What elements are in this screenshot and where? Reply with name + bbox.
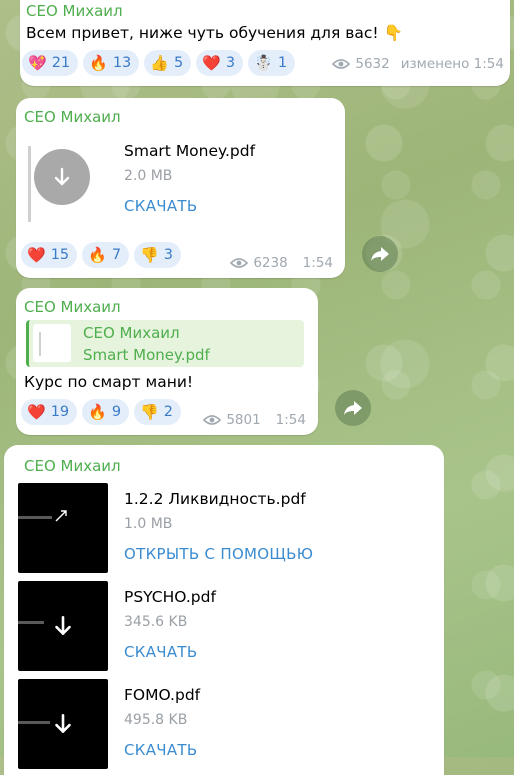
message-meta: 5801 1:54 — [203, 412, 306, 428]
file-size: 2.0 MB — [124, 168, 173, 184]
file-size: 345.6 KB — [124, 614, 188, 630]
reaction-emoji: 🔥 — [88, 402, 107, 421]
download-link[interactable]: СКАЧАТЬ — [124, 197, 197, 215]
reply-sender: СЕО Михаил — [83, 324, 180, 342]
reaction-emoji: 👎 — [140, 402, 159, 421]
reaction-count: 2 — [163, 404, 173, 420]
file-preview-border — [28, 146, 31, 222]
reaction-emoji: 🔥 — [89, 53, 108, 72]
reaction-chip[interactable]: ❤️ 3 — [196, 50, 244, 76]
reaction-emoji: ❤️ — [27, 402, 46, 421]
reaction-chip[interactable]: ☃️ 1 — [248, 50, 296, 76]
reaction-chip[interactable]: ❤️ 15 — [21, 242, 78, 268]
file-thumbnail[interactable] — [18, 581, 108, 671]
download-arrow-icon — [55, 616, 71, 635]
reaction-count: 1 — [277, 55, 288, 71]
thumbnail-caption — [18, 721, 50, 724]
sender-name[interactable]: СЕО Михаил — [24, 298, 121, 316]
message-time: 1:54 — [275, 412, 306, 428]
view-count: 6238 — [253, 255, 288, 271]
thumbnail-caption — [18, 516, 52, 519]
download-link[interactable]: СКАЧАТЬ — [124, 643, 197, 661]
eye-icon — [203, 415, 222, 425]
download-arrow-icon — [55, 714, 71, 733]
reaction-chip[interactable]: 👎 3 — [134, 242, 181, 268]
file-thumbnail[interactable] — [18, 483, 108, 573]
sender-name[interactable]: СЕО Михаил — [24, 457, 121, 475]
view-count: 5632 — [355, 56, 390, 72]
download-arrow-icon — [54, 167, 70, 186]
file-name[interactable]: PSYCHO.pdf — [124, 588, 216, 606]
sender-name[interactable]: СЕО Михаил — [24, 108, 121, 126]
reaction-count: 21 — [51, 55, 71, 71]
reaction-count: 7 — [111, 247, 122, 263]
reaction-count: 13 — [112, 55, 132, 71]
reaction-emoji: 👎 — [140, 245, 159, 264]
reaction-chip[interactable]: ❤️ 19 — [21, 399, 78, 425]
sender-name[interactable]: СЕО Михаил — [26, 2, 123, 20]
reactions-row: 💖 21 🔥 13 👍 5 ❤️ 3 ☃️ 1 — [22, 50, 296, 76]
reply-thumbnail — [33, 324, 71, 362]
reaction-chip[interactable]: 🔥 9 — [82, 399, 130, 425]
reaction-count: 19 — [50, 404, 70, 420]
reply-text: Smart Money.pdf — [83, 346, 210, 364]
view-count: 5801 — [226, 412, 261, 428]
reaction-emoji: 👍 — [150, 53, 169, 72]
message-meta: 6238 1:54 — [230, 255, 333, 271]
message-time: изменено 1:54 — [400, 56, 504, 72]
reaction-chip[interactable]: 👎 2 — [134, 399, 181, 425]
message-bubble[interactable]: СЕО Михаил СЕО Михаил Smart Money.pdf Ку… — [16, 288, 318, 435]
eye-icon — [230, 258, 249, 268]
message-meta: 5632 изменено 1:54 — [332, 56, 504, 72]
message-bubble[interactable]: СЕО Михаил 1.2.2 Ликвидность.pdf 1.0 MB … — [4, 445, 444, 775]
reactions-row: ❤️ 15 🔥 7 👎 3 — [21, 242, 181, 268]
message-text: Курс по смарт мани! — [24, 373, 194, 391]
reply-preview[interactable]: СЕО Михаил Smart Money.pdf — [26, 320, 304, 367]
eye-icon — [332, 59, 351, 69]
open-with-link[interactable]: ОТКРЫТЬ С ПОМОЩЬЮ — [124, 545, 313, 563]
file-name[interactable]: Smart Money.pdf — [124, 142, 255, 160]
file-name[interactable]: FOMO.pdf — [124, 686, 200, 704]
download-button[interactable] — [34, 149, 90, 205]
reaction-chip[interactable]: 👍 5 — [144, 50, 192, 76]
share-button[interactable] — [362, 236, 398, 272]
reaction-chip[interactable]: 🔥 7 — [82, 242, 130, 268]
reaction-emoji: 💖 — [28, 53, 47, 72]
reactions-row: ❤️ 19 🔥 9 👎 2 — [21, 399, 181, 425]
share-arrow-icon — [371, 247, 389, 261]
cursor-icon — [55, 510, 67, 522]
message-bubble[interactable]: СЕО Михаил Smart Money.pdf 2.0 MB СКАЧАТ… — [16, 98, 345, 278]
reaction-chip[interactable]: 🔥 13 — [83, 50, 140, 76]
download-link[interactable]: СКАЧАТЬ — [124, 741, 197, 759]
message-time: 1:54 — [302, 255, 333, 271]
reaction-emoji: ❤️ — [27, 245, 46, 264]
file-size: 495.8 KB — [124, 712, 188, 728]
thumbnail-caption — [18, 621, 44, 624]
reaction-emoji: ☃️ — [254, 53, 273, 72]
reaction-count: 9 — [111, 404, 122, 420]
share-button[interactable] — [335, 390, 371, 426]
message-text: Всем привет, ниже чуть обучения для вас!… — [26, 24, 403, 42]
reaction-count: 3 — [225, 55, 236, 71]
reaction-emoji: 🔥 — [88, 245, 107, 264]
reaction-count: 5 — [173, 55, 184, 71]
file-size: 1.0 MB — [124, 516, 173, 532]
reaction-chip[interactable]: 💖 21 — [22, 50, 79, 76]
reply-thumbnail-border — [39, 332, 41, 356]
message-bubble[interactable]: СЕО Михаил Всем привет, ниже чуть обучен… — [20, 0, 510, 86]
reaction-count: 3 — [163, 247, 173, 263]
file-name[interactable]: 1.2.2 Ликвидность.pdf — [124, 490, 306, 508]
share-arrow-icon — [344, 401, 362, 415]
reaction-emoji: ❤️ — [202, 53, 221, 72]
file-thumbnail[interactable] — [18, 679, 108, 769]
reaction-count: 15 — [50, 247, 70, 263]
